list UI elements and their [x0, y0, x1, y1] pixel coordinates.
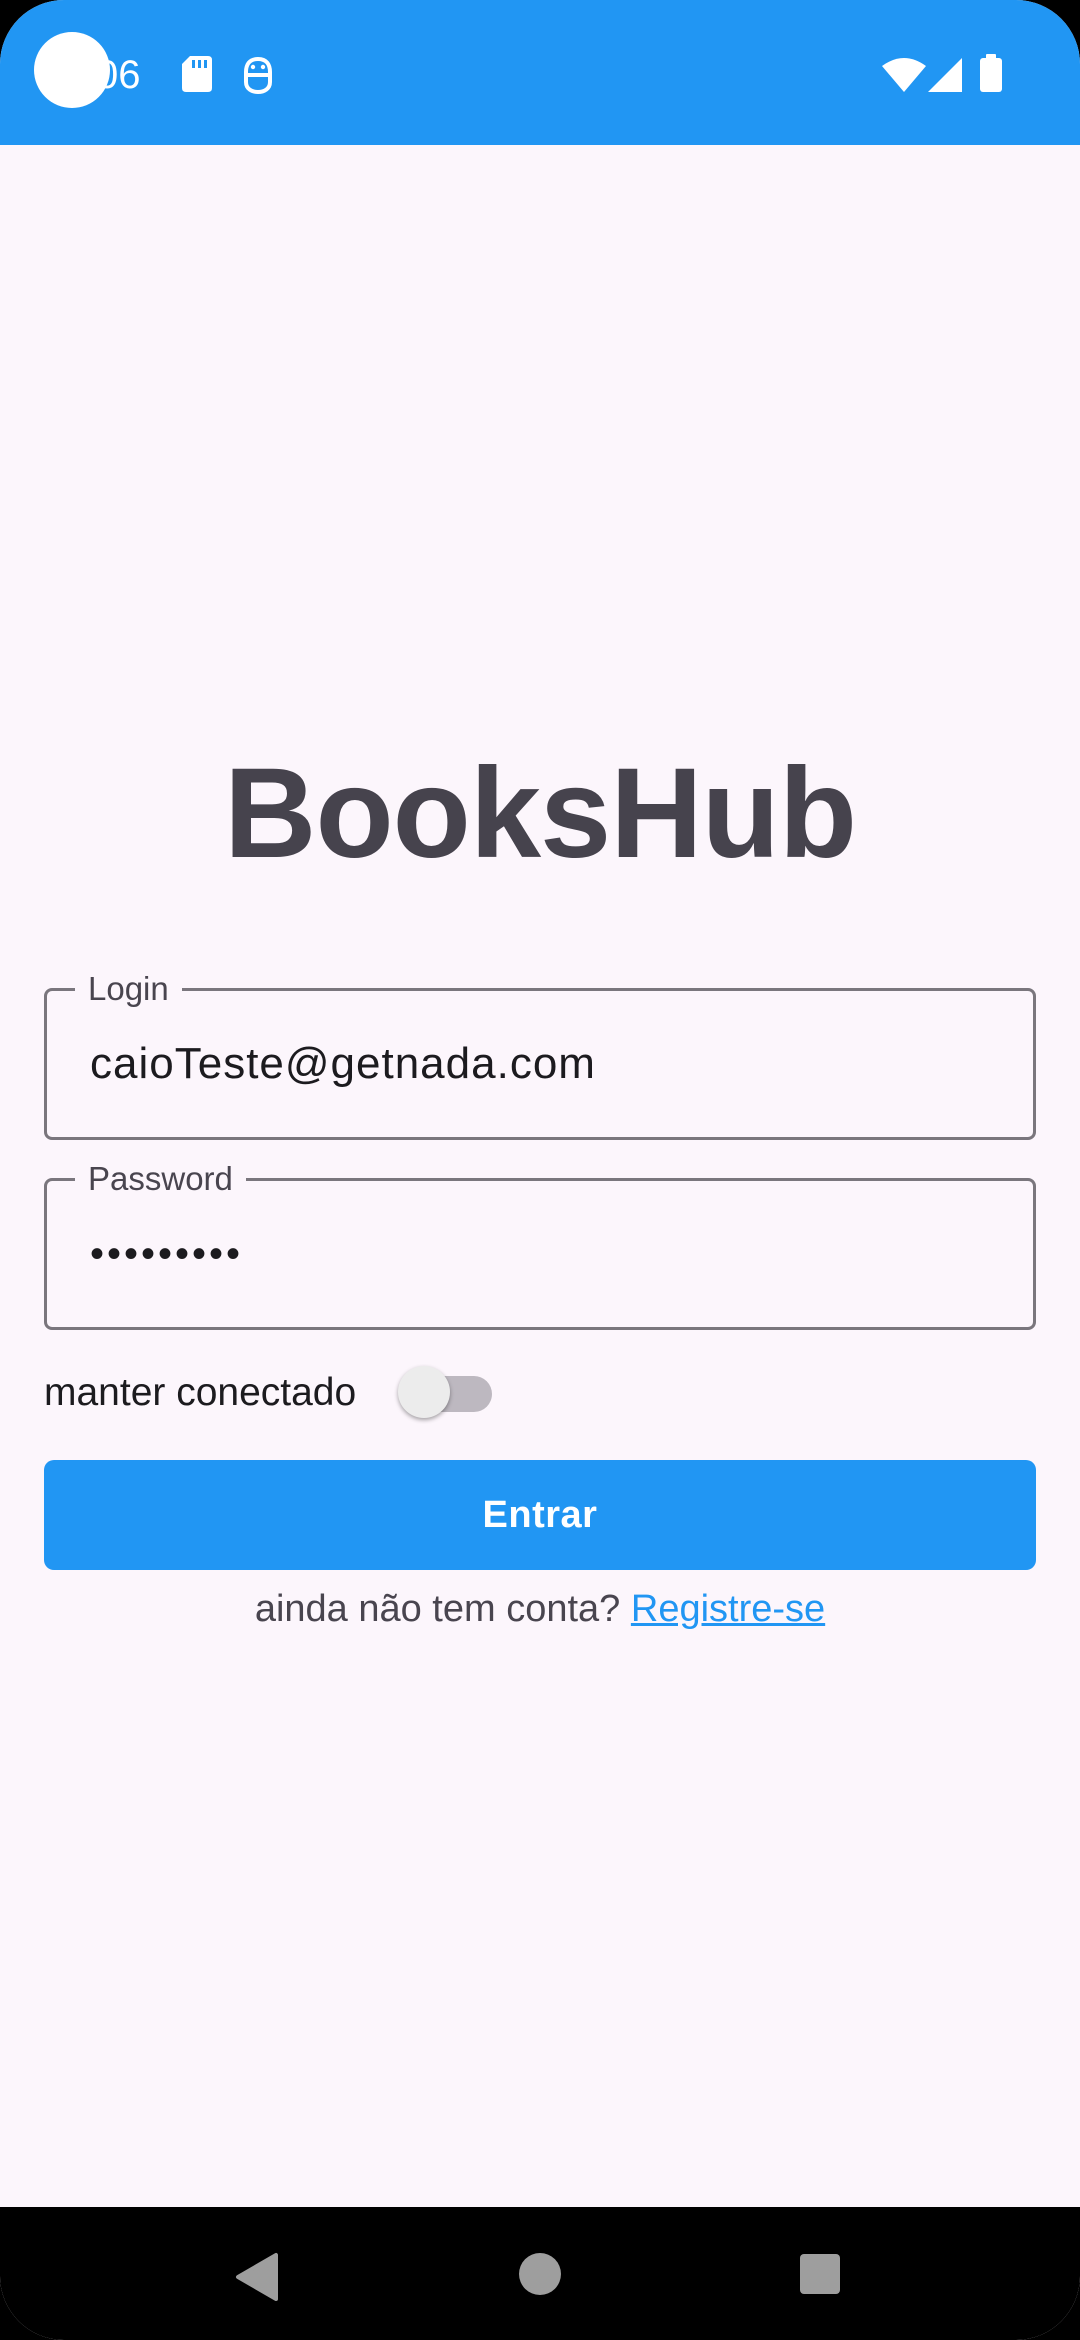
sd-card-icon: [182, 56, 212, 97]
login-field-label: Login: [75, 967, 182, 1011]
wifi-icon: [882, 58, 926, 97]
back-icon[interactable]: [196, 2207, 316, 2340]
screen: 06 BooksHub Login caioTeste@getnada.com …: [0, 0, 1080, 2340]
status-bar: 06: [0, 0, 1080, 145]
cell-signal-icon: [928, 58, 962, 97]
keep-connected-label: manter conectado: [44, 1371, 357, 1414]
login-field-value[interactable]: caioTeste@getnada.com: [90, 1037, 596, 1091]
login-field[interactable]: Login caioTeste@getnada.com: [44, 967, 1036, 1140]
recents-icon[interactable]: [760, 2207, 880, 2340]
login-button[interactable]: Entrar: [44, 1460, 1036, 1570]
battery-icon: [980, 54, 1002, 97]
password-field-label: Password: [75, 1157, 246, 1201]
register-prompt: ainda não tem conta?: [254, 1588, 621, 1630]
keep-connected-switch[interactable]: [372, 1362, 504, 1422]
register-row: ainda não tem conta? Registre-se: [0, 1584, 1080, 1634]
register-link[interactable]: Registre-se: [631, 1588, 825, 1630]
password-field[interactable]: Password •••••••••: [44, 1157, 1036, 1330]
navigation-bar: [0, 2207, 1080, 2340]
password-field-value[interactable]: •••••••••: [90, 1227, 243, 1281]
camera-cutout: [34, 32, 110, 108]
home-icon[interactable]: [480, 2207, 600, 2340]
switch-thumb: [398, 1366, 450, 1418]
debug-icon: [242, 56, 274, 99]
app-title: BooksHub: [224, 742, 857, 885]
